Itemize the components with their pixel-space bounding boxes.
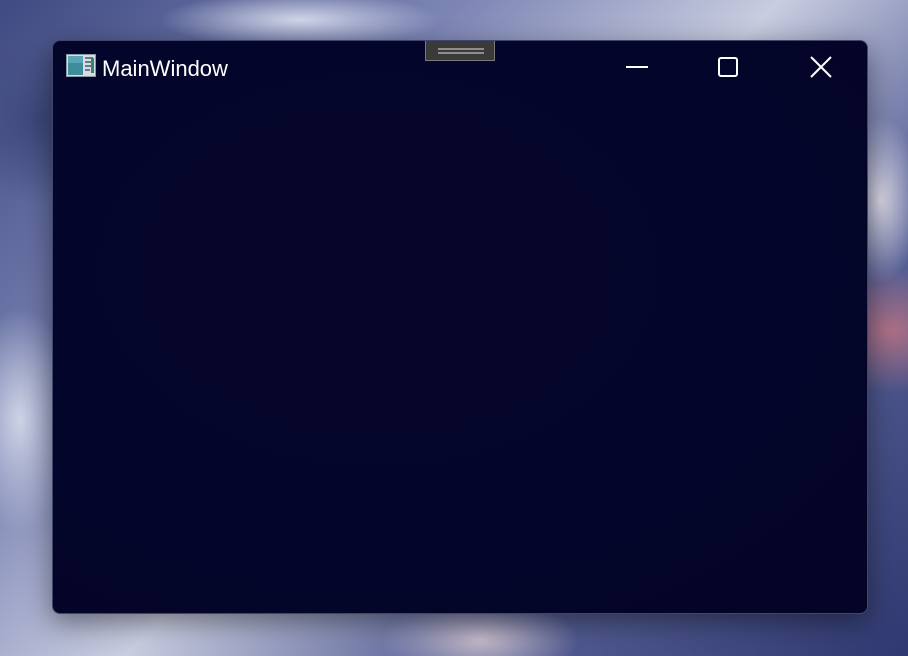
- minimize-icon: [626, 56, 648, 78]
- window-content-area: [53, 93, 867, 613]
- maximize-icon: [717, 56, 739, 78]
- close-button[interactable]: [796, 51, 846, 83]
- maximize-button[interactable]: [703, 51, 753, 83]
- drag-handle-icon[interactable]: [425, 41, 495, 61]
- window-title: MainWindow: [102, 56, 228, 81]
- main-window: MainWindow: [52, 40, 868, 614]
- title-bar[interactable]: MainWindow: [53, 41, 867, 93]
- minimize-button[interactable]: [612, 51, 662, 83]
- app-window-icon: [66, 54, 96, 77]
- close-icon: [809, 55, 833, 79]
